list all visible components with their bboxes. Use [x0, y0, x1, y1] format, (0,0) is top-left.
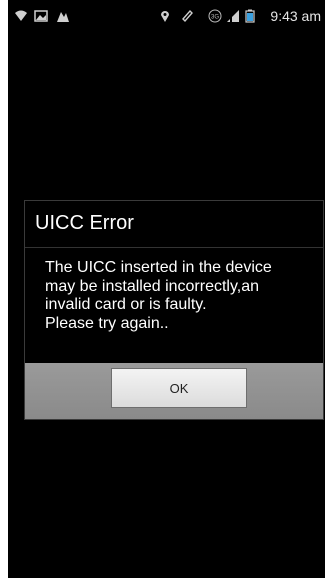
- message-line: invalid card or is faulty.: [45, 296, 207, 313]
- dialog-button-bar: OK: [25, 363, 323, 419]
- dialog-title: UICC Error: [35, 212, 134, 234]
- image-icon: [34, 9, 48, 23]
- network-3g-icon: 3G: [208, 9, 222, 23]
- location-pin-icon: [158, 9, 172, 23]
- network-badge: 3G: [211, 15, 219, 21]
- message-line: The UICC inserted in the device: [45, 259, 272, 276]
- message-line: may be installed incorrectly,an: [45, 277, 260, 295]
- dialog-message: The UICC inserted in the device may be i…: [45, 259, 321, 333]
- signal-icon: [226, 9, 240, 23]
- notification-icon: [56, 9, 70, 23]
- status-bar: 3G 9:43 am: [8, 0, 325, 32]
- message-line: Please try again..: [45, 314, 169, 332]
- status-time: 9:43 am: [270, 8, 321, 24]
- ok-button[interactable]: OK: [111, 368, 247, 408]
- error-dialog: UICC Error The UICC inserted in the devi…: [24, 200, 324, 420]
- dialog-divider: [25, 247, 323, 248]
- battery-icon: [243, 9, 257, 23]
- wifi-icon: [14, 9, 28, 23]
- phone-screen: 3G 9:43 am UICC Error The UICC inserted …: [8, 0, 325, 578]
- sync-icon: [180, 9, 194, 23]
